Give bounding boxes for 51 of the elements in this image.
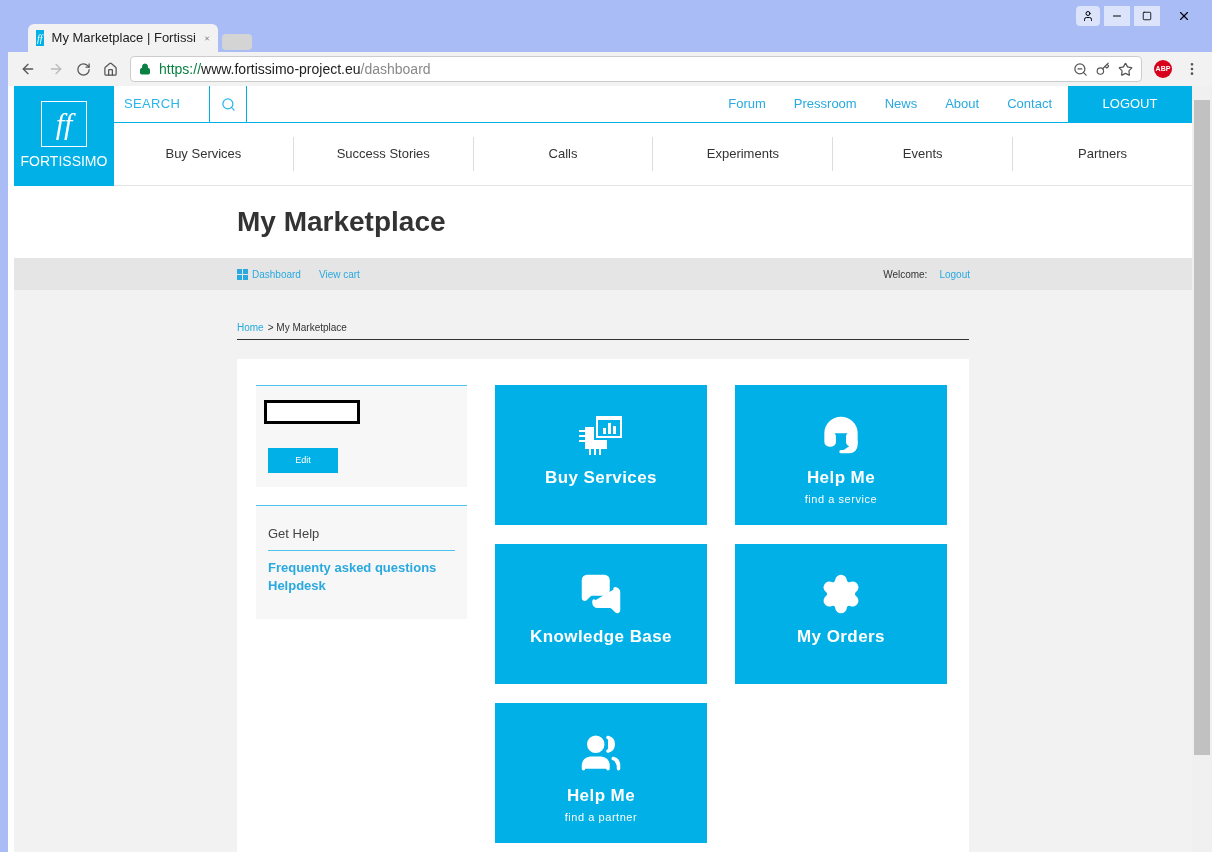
maximize-button[interactable] — [1134, 6, 1160, 26]
help-link[interactable]: Frequenty asked questions — [268, 558, 455, 577]
main-nav-link[interactable]: Calls — [472, 137, 653, 171]
back-icon[interactable] — [20, 61, 36, 77]
dashboard-tile[interactable]: Help Me find a service — [735, 385, 947, 525]
browser-tab[interactable]: ff My Marketplace | Fortissi — [28, 24, 218, 52]
breadcrumb-home-link[interactable]: Home — [237, 320, 264, 335]
chat-bubbles-icon — [580, 573, 622, 615]
scrollbar[interactable] — [1192, 86, 1212, 852]
subnav-link[interactable]: View cart — [318, 266, 360, 282]
top-nav-link[interactable]: Forum — [714, 86, 780, 122]
chip-chart-icon — [579, 415, 623, 455]
help-title: Get Help — [268, 524, 455, 551]
top-nav-link[interactable]: News — [870, 86, 932, 122]
dashboard-tile[interactable]: Help Me find a partner — [495, 703, 707, 843]
main-nav-link[interactable]: Events — [832, 137, 1013, 171]
tab-title: My Marketplace | Fortissi — [51, 29, 196, 48]
page-title: My Marketplace — [237, 205, 446, 239]
edit-button[interactable]: Edit — [268, 448, 338, 473]
search-field[interactable]: SEARCH — [114, 86, 210, 122]
person-icon — [1082, 10, 1094, 22]
zoom-icon[interactable] — [1073, 61, 1088, 77]
close-icon — [1177, 9, 1191, 23]
reload-icon[interactable] — [76, 61, 91, 77]
search-icon — [220, 96, 236, 112]
dashboard-tile[interactable]: My Orders — [735, 544, 947, 684]
key-icon[interactable] — [1096, 62, 1110, 76]
main-nav-link[interactable]: Partners — [1012, 137, 1192, 171]
top-nav-link[interactable]: Contact — [993, 86, 1066, 122]
dashboard-tile[interactable]: Buy Services — [495, 385, 707, 525]
tab-favicon-icon: ff — [36, 30, 44, 46]
home-icon[interactable] — [103, 61, 118, 77]
main-nav-link[interactable]: Experiments — [652, 137, 833, 171]
profile-button[interactable] — [1076, 6, 1100, 26]
help-link[interactable]: Helpdesk — [268, 576, 455, 595]
dashboard-tile[interactable]: Knowledge Base — [495, 544, 707, 684]
url-text: https://www.fortissimo-project.eu/dashboard — [159, 59, 431, 79]
subnav-logout-link[interactable]: Logout — [939, 266, 970, 282]
address-bar[interactable]: https://www.fortissimo-project.eu/dashboard — [130, 56, 1142, 82]
welcome-label: Welcome: — [883, 267, 928, 282]
logout-button[interactable]: LOGOUT — [1068, 86, 1192, 122]
top-nav-link[interactable]: Pressroom — [779, 86, 871, 122]
fortissimo-logo[interactable]: ff FORTISSIMO — [14, 86, 114, 186]
main-nav-link[interactable]: Buy Services — [114, 137, 293, 171]
maximize-icon — [1142, 11, 1152, 21]
main-nav-link[interactable]: Success Stories — [292, 137, 473, 171]
minimize-button[interactable] — [1104, 6, 1130, 26]
subnav-link[interactable]: Dashboard — [237, 266, 301, 282]
top-nav-link[interactable]: About — [931, 86, 994, 122]
breadcrumb-current: > My Marketplace — [267, 321, 347, 335]
bookmark-star-icon[interactable] — [1118, 61, 1133, 77]
